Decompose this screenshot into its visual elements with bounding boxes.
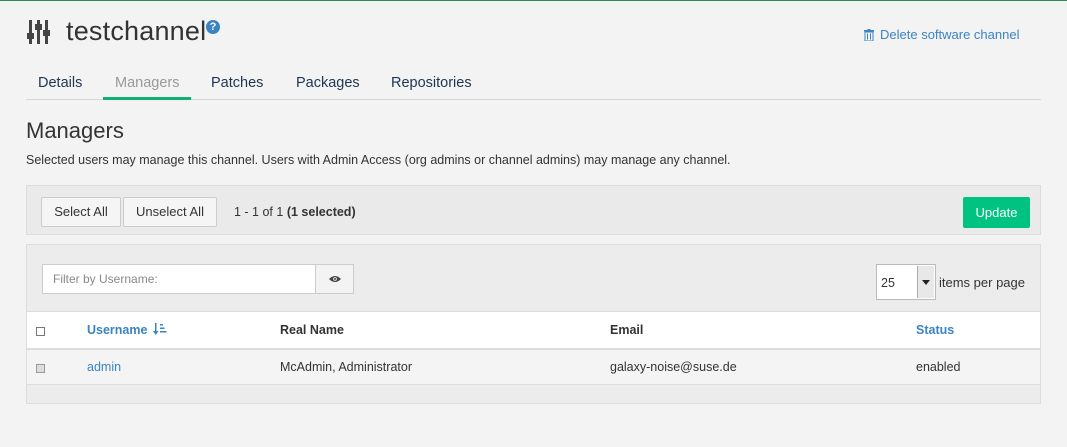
delete-channel-link[interactable]: Delete software channel [864,27,1019,42]
count-range: 1 - 1 of 1 [234,205,284,219]
username-link[interactable]: admin [87,360,121,374]
action-bar: Select All Unselect All 1 - 1 of 1 (1 se… [26,185,1041,235]
column-status[interactable]: Status [916,323,954,337]
tab-packages[interactable]: Packages [284,73,372,99]
select-all-checkbox[interactable] [36,327,45,336]
tab-managers[interactable]: Managers [103,73,192,100]
channel-icon [27,18,51,46]
filter-button[interactable] [315,264,354,294]
column-real-name: Real Name [280,323,344,337]
managers-table: Username Real Name Email Status admin Mc… [27,311,1040,385]
status-cell: enabled [916,360,961,374]
real-name-cell: McAdmin, Administrator [280,360,412,374]
email-cell: galaxy-noise@suse.de [610,360,737,374]
delete-channel-label: Delete software channel [880,27,1020,42]
section-title: Managers [26,118,124,143]
items-per-page-label: items per page [939,275,1025,290]
unselect-all-button[interactable]: Unselect All [123,197,217,227]
page-title: testchannel [66,16,207,46]
column-username-label: Username [87,323,148,337]
column-username[interactable]: Username [87,323,167,337]
row-checkbox[interactable] [36,364,45,373]
tab-details[interactable]: Details [26,73,94,99]
sort-ascending-icon [152,323,167,335]
section-description: Selected users may manage this channel. … [26,153,731,167]
tab-patches[interactable]: Patches [199,73,275,99]
column-email: Email [610,323,644,337]
chevron-down-icon [917,266,934,298]
tab-bar: Details Managers Patches Packages Reposi… [26,73,1041,100]
items-per-page-value: 25 [881,276,895,290]
help-icon[interactable]: ? [206,20,220,34]
managers-list-panel: Filter by Username: 25 items per page Us… [26,244,1041,404]
tab-repositories[interactable]: Repositories [379,73,484,99]
eye-icon [328,276,341,282]
filter-username-input[interactable]: Filter by Username: [42,264,316,294]
table-row: admin McAdmin, Administrator galaxy-nois… [27,350,1040,385]
table-header: Username Real Name Email Status [27,311,1040,350]
count-selected: (1 selected) [286,205,356,219]
selection-count: 1 - 1 of 1 (1 selected) [234,205,356,219]
trash-icon [864,28,874,41]
update-button[interactable]: Update [963,197,1030,228]
items-per-page-select[interactable]: 25 [876,264,936,300]
select-all-button[interactable]: Select All [41,197,121,227]
